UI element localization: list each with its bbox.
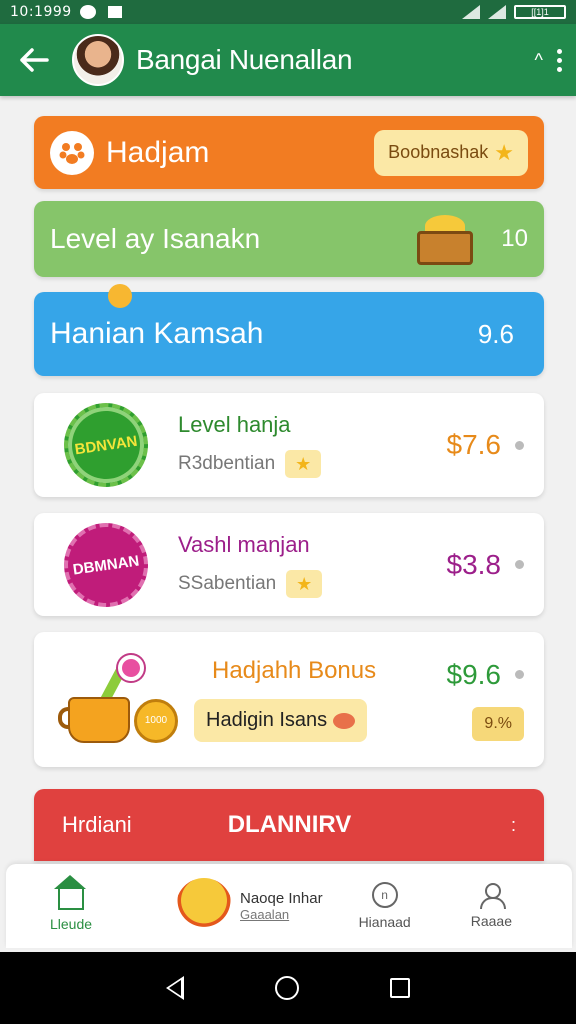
more-options-icon[interactable] xyxy=(557,48,562,72)
boost-label: Boobnashak xyxy=(388,142,489,162)
bonus-cup-icon xyxy=(58,654,144,745)
reward-subtitle: R3dbentian xyxy=(178,453,276,474)
chevron-up-icon[interactable]: ^ xyxy=(535,51,543,69)
signal-icon xyxy=(488,5,506,19)
hanian-banner[interactable]: Hanian Kamsah 9.6 xyxy=(34,284,544,376)
level-banner[interactable]: Level ay Isanakn 10 xyxy=(34,201,544,277)
bonus-title: Hadjahh Bonus xyxy=(212,656,377,684)
red-bar-center-label: DLANNIRV xyxy=(227,811,352,838)
nav-item-3[interactable]: n Hianaad xyxy=(359,882,411,930)
circle-icon: n xyxy=(371,882,398,908)
bonus-percent-badge: 9.% xyxy=(472,706,524,741)
red-bar-more-icon[interactable]: : xyxy=(511,815,516,836)
reward-title: Vashl manjan xyxy=(178,531,310,557)
banner-title: Hanian Kamsah xyxy=(50,317,264,350)
system-home-icon[interactable] xyxy=(274,976,299,1000)
fish-icon xyxy=(333,712,356,729)
sun-icon xyxy=(108,284,132,308)
profile-icon xyxy=(480,883,507,909)
mascot-subtitle: Gaaalan xyxy=(240,907,290,922)
boost-button[interactable]: Boobnashak ★ xyxy=(374,129,528,176)
reward-card[interactable]: BDNVAN Level hanja R3dbentian ★ $7.6 xyxy=(34,393,544,497)
bonus-claim-button[interactable]: Hadigin Isans xyxy=(194,699,368,742)
star-icon: ★ xyxy=(494,139,514,165)
mascot-title: Naoqe Inhar xyxy=(240,890,323,907)
home-icon xyxy=(54,875,86,910)
avatar[interactable] xyxy=(72,34,124,86)
star-icon: ★ xyxy=(285,450,322,478)
star-icon: ★ xyxy=(286,569,323,598)
system-nav-bar xyxy=(0,952,576,1024)
nav-profile-label: Raaae xyxy=(470,913,512,929)
more-dot-icon[interactable] xyxy=(515,560,524,569)
reward-title: Level hanja xyxy=(178,412,291,437)
bonus-card[interactable]: Hadjahh Bonus 1000 Hadigin Isans $9.6 9.… xyxy=(34,632,544,767)
mascot-icon xyxy=(176,878,232,934)
app-bar: Bangai Nuenallan ^ xyxy=(0,24,576,96)
paw-icon xyxy=(50,130,94,175)
reward-value: $7.6 xyxy=(446,429,502,460)
back-arrow-icon[interactable] xyxy=(14,40,54,80)
red-bar-left-label: Hrdiani xyxy=(62,812,132,837)
badge-icon: DBMNAN xyxy=(58,517,154,612)
notification-icon xyxy=(79,5,96,19)
banner-title: Hadjam xyxy=(106,135,210,169)
status-time: 10:1999 xyxy=(10,4,72,20)
bonus-value: $9.6 xyxy=(446,658,502,690)
nav-home[interactable]: Lleude xyxy=(6,875,136,932)
battery-icon: [[1]1 xyxy=(514,5,566,19)
wifi-icon xyxy=(462,5,480,19)
reward-card[interactable]: DBMNAN Vashl manjan SSabentian ★ $3.8 xyxy=(34,513,544,616)
mail-icon xyxy=(107,6,122,18)
bottom-nav: Lleude Naoqe Inhar Gaaalan n Hianaad Raa… xyxy=(6,864,572,948)
badge-icon: BDNVAN xyxy=(58,397,154,493)
bonus-claim-label: Hadigin Isans xyxy=(206,709,328,731)
more-dot-icon[interactable] xyxy=(515,670,524,679)
system-back-icon[interactable] xyxy=(165,976,184,1000)
reward-value: $3.8 xyxy=(446,548,502,580)
nav-home-label: Lleude xyxy=(49,916,93,932)
nav-item-3-label: Hianaad xyxy=(358,914,411,930)
hadjam-banner[interactable]: Hadjam Boobnashak ★ xyxy=(34,116,544,189)
nav-mascot[interactable]: Naoqe Inhar Gaaalan xyxy=(176,878,323,934)
status-bar: 10:1999 [[1]1 xyxy=(0,0,576,24)
system-recents-icon[interactable] xyxy=(390,978,411,998)
nav-profile[interactable]: Raaae xyxy=(471,883,512,929)
treasure-chest-icon xyxy=(413,211,477,267)
banner-value: 9.6 xyxy=(477,318,514,349)
red-action-bar[interactable]: Hrdiani DLANNIRV : xyxy=(34,789,544,861)
page-title: Bangai Nuenallan xyxy=(136,44,353,75)
more-dot-icon[interactable] xyxy=(515,440,524,450)
reward-subtitle: SSabentian xyxy=(178,572,277,594)
level-value: 10 xyxy=(501,225,528,252)
banner-title: Level ay Isanakn xyxy=(50,223,261,254)
